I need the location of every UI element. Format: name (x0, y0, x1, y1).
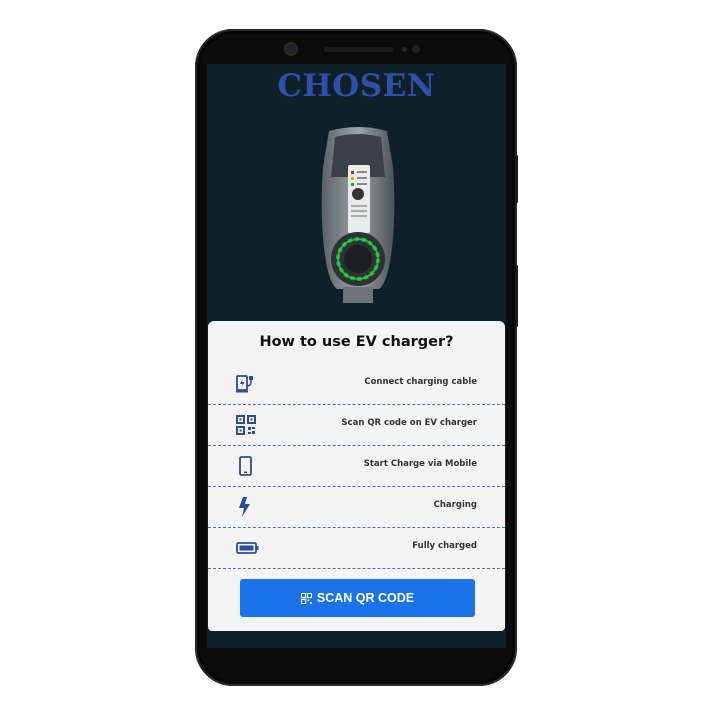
qr-code-icon (236, 415, 256, 435)
guide-title: How to use EV charger? (259, 334, 454, 350)
side-button-volume (515, 155, 518, 203)
step-scan-qr: Scan QR code on EV charger (208, 405, 505, 446)
ev-plug-icon (236, 375, 253, 393)
app-screen: CHOSEN How to use EV charger? Connect ch… (207, 64, 506, 648)
battery-full-icon (236, 542, 259, 554)
brand-logo: CHOSEN (277, 68, 436, 104)
earpiece-speaker (324, 47, 394, 52)
scan-qr-button[interactable]: SCAN QR CODE (240, 579, 475, 617)
step-start-charge: Start Charge via Mobile (208, 446, 505, 487)
front-camera (286, 44, 296, 54)
step-fully-charged: Fully charged (208, 528, 505, 569)
side-button-power (515, 265, 518, 327)
qr-code-icon (300, 592, 312, 604)
proximity-sensor (402, 47, 407, 52)
usage-guide-card: How to use EV charger? Connect charging … (208, 321, 505, 631)
light-sensor (412, 45, 420, 53)
step-label: Scan QR code on EV charger (341, 418, 477, 428)
step-label: Fully charged (412, 541, 477, 551)
scan-button-label: SCAN QR CODE (316, 591, 415, 605)
ev-charger-image (321, 127, 395, 303)
step-label: Start Charge via Mobile (363, 459, 477, 469)
step-label: Charging (433, 500, 477, 510)
step-charging: Charging (208, 487, 505, 528)
step-label: Connect charging cable (364, 377, 477, 387)
lightning-bolt-icon (239, 497, 250, 517)
mobile-phone-icon (239, 456, 252, 476)
step-connect-cable: Connect charging cable (208, 364, 505, 405)
